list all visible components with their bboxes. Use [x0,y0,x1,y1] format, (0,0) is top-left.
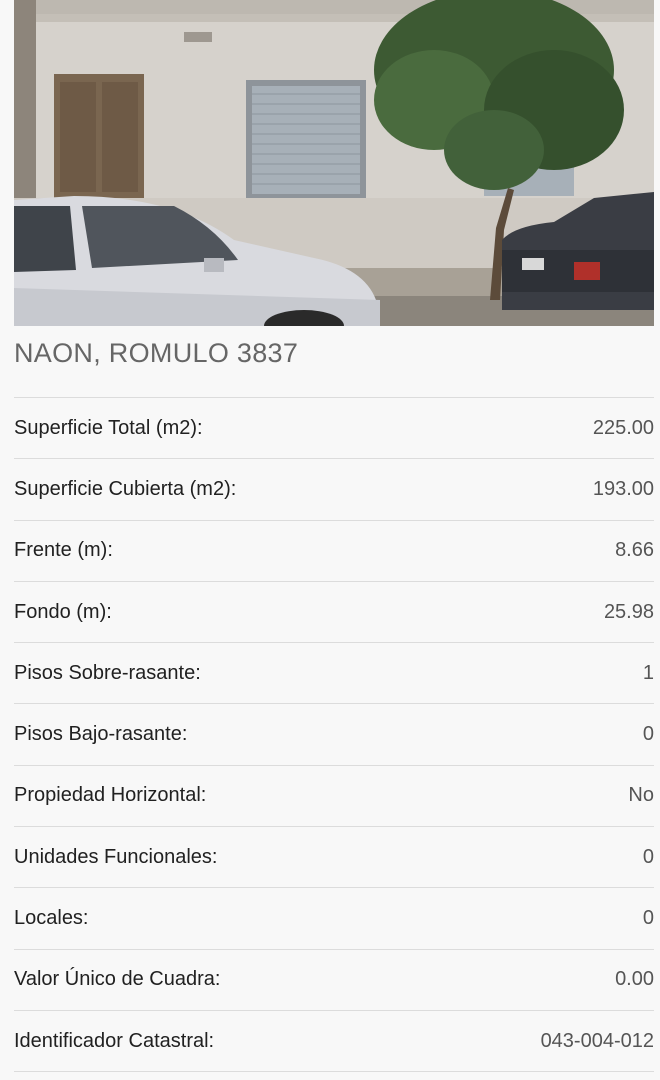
detail-value: 043-004-012 [540,1029,654,1052]
detail-value: 0.00 [615,968,654,991]
detail-row-locales: Locales: 0 [14,888,654,950]
detail-row-pisos-bajo-rasante: Pisos Bajo-rasante: 0 [14,704,654,766]
detail-label: Fondo (m): [14,600,112,623]
detail-row-propiedad-horizontal: Propiedad Horizontal: No [14,766,654,828]
detail-row-fondo: Fondo (m): 25.98 [14,582,654,644]
property-address: NAON, ROMULO 3837 [14,338,299,368]
detail-row-pisos-sobre-rasante: Pisos Sobre-rasante: 1 [14,643,654,705]
detail-label: Superficie Total (m2): [14,416,203,439]
detail-label: Pisos Bajo-rasante: [14,723,188,746]
detail-label: Locales: [14,907,89,930]
detail-label: Propiedad Horizontal: [14,784,207,807]
detail-value: 25.98 [603,600,654,623]
detail-row-superficie-total: Superficie Total (m2): 225.00 [14,398,654,460]
detail-row-frente: Frente (m): 8.66 [14,521,654,582]
detail-value: 193.00 [592,477,654,500]
detail-row-unidades-funcionales: Unidades Funcionales: 0 [14,827,654,889]
detail-value: 8.66 [615,539,654,562]
detail-row-valor-unico-cuadra: Valor Único de Cuadra: 0.00 [14,950,654,1011]
detail-label: Frente (m): [14,539,113,562]
property-details-table: Superficie Total (m2): 225.00 Superficie… [14,397,654,1073]
detail-row-identificador-catastral: Identificador Catastral: 043-004-012 [14,1011,654,1073]
detail-value: No [628,784,654,807]
detail-value: 0 [642,723,654,746]
detail-label: Superficie Cubierta (m2): [14,477,237,500]
detail-value: 1 [642,661,654,684]
detail-value: 0 [642,907,654,930]
detail-label: Valor Único de Cuadra: [14,968,221,991]
detail-label: Identificador Catastral: [14,1029,215,1052]
property-photo [14,0,654,326]
detail-row-superficie-cubierta: Superficie Cubierta (m2): 193.00 [14,459,654,521]
detail-value: 225.00 [592,416,654,439]
detail-label: Unidades Funcionales: [14,845,218,868]
detail-value: 0 [642,845,654,868]
detail-label: Pisos Sobre-rasante: [14,661,201,684]
